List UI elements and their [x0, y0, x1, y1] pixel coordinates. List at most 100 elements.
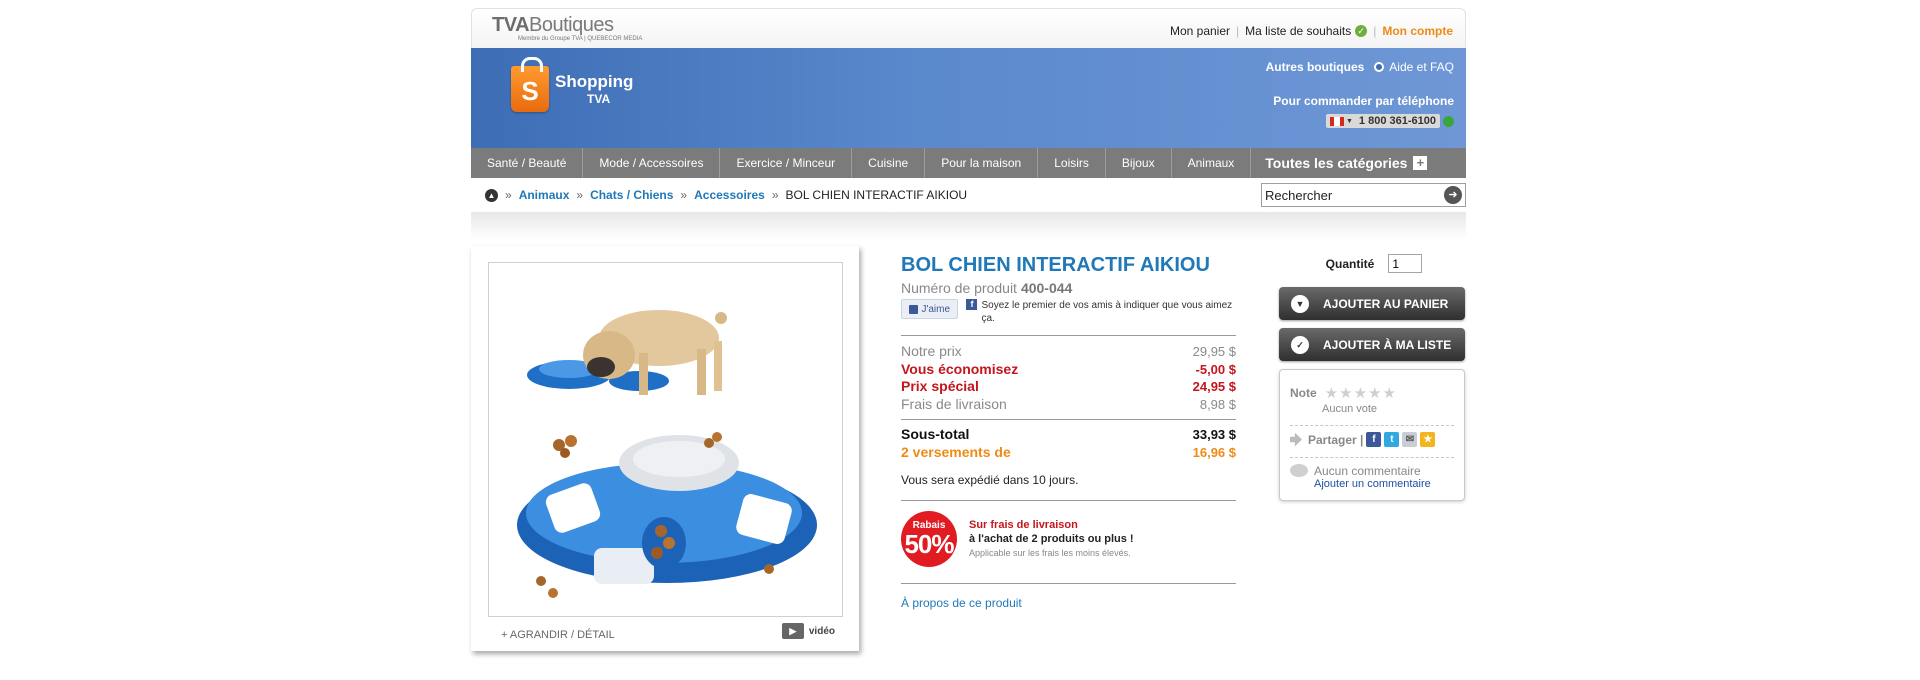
- video-label: vidéo: [808, 625, 835, 637]
- radio-icon: [1374, 62, 1385, 72]
- breadcrumb-separator: »: [576, 188, 584, 202]
- chevron-down-icon: ▼: [1345, 117, 1353, 125]
- account-link[interactable]: Mon compte: [1382, 24, 1453, 38]
- separator: |: [1236, 24, 1240, 38]
- nav-item-cuisine[interactable]: Cuisine: [852, 148, 926, 178]
- twitter-icon[interactable]: t: [1384, 432, 1400, 447]
- divider: [901, 419, 1236, 420]
- home-icon[interactable]: ▲: [485, 188, 498, 202]
- site-container: TVABoutiques Membre du Groupe TVA | QUEB…: [471, 8, 1466, 651]
- our-price-label: Notre prix: [901, 343, 962, 359]
- add-to-cart-button[interactable]: ▼ AJOUTER AU PANIER: [1279, 287, 1465, 320]
- facebook-icon[interactable]: f: [1366, 432, 1382, 447]
- logo-subtitle: Membre du Groupe TVA | QUEBECOR MEDIA: [518, 36, 643, 42]
- check-icon: ✓: [1355, 25, 1368, 37]
- wishlist-link[interactable]: Ma liste de souhaits: [1245, 24, 1351, 38]
- product-title: BOL CHIEN INTERACTIF AIKIOU: [901, 254, 1210, 276]
- phone-selector[interactable]: ▼ 1 800 361-6100: [1325, 114, 1440, 128]
- add-to-cart-label: AJOUTER AU PANIER: [1323, 296, 1449, 311]
- nav-item-pour-la-maison[interactable]: Pour la maison: [925, 148, 1039, 178]
- tva-boutiques-logo[interactable]: TVABoutiques Membre du Groupe TVA | QUEB…: [492, 15, 642, 45]
- plus-icon: +: [1413, 156, 1428, 170]
- about-product-link[interactable]: À propos de ce produit: [901, 596, 1236, 610]
- facebook-like-row: J'aime f Soyez le premier de vos amis à i…: [901, 299, 1236, 325]
- breadcrumb-accessoires[interactable]: Accessoires: [694, 188, 765, 202]
- sku-value: 400-044: [1020, 280, 1073, 296]
- video-button[interactable]: ▶ vidéo: [781, 623, 835, 639]
- nav-item-mode-accessoires[interactable]: Mode / Accessoires: [583, 148, 721, 178]
- breadcrumb-bar: ▲ » Animaux » Chats / Chiens » Accessoir…: [471, 178, 1466, 212]
- banner-right: Autres boutiques Aide et FAQ Pour comman…: [1266, 60, 1454, 128]
- play-icon: ▶: [781, 623, 804, 639]
- quantity-label: Quantité: [1325, 256, 1375, 271]
- separator: |: [1373, 24, 1377, 38]
- divider: [901, 500, 1236, 501]
- add-comment-link[interactable]: Ajouter un commentaire: [1314, 478, 1454, 490]
- shopping-tva-logo[interactable]: S Shopping TVA: [511, 57, 633, 112]
- comments-section: Aucun commentaire Ajouter un commentaire: [1290, 458, 1454, 492]
- thumbs-up-icon: [909, 304, 919, 314]
- product-sku: Numéro de produit 400-044: [901, 280, 1236, 296]
- nav-item-animaux[interactable]: Animaux: [1172, 148, 1252, 178]
- cart-link[interactable]: Mon panier: [1170, 24, 1230, 38]
- price-row-special: Prix spécial 24,95 $: [901, 378, 1236, 396]
- quantity-input[interactable]: [1388, 254, 1423, 273]
- breadcrumb-animaux[interactable]: Animaux: [519, 188, 570, 202]
- content-top-band: [471, 212, 1466, 240]
- rating-section: Note ★★★★★ Aucun vote: [1290, 378, 1454, 426]
- add-to-list-label: AJOUTER À MA LISTE: [1323, 337, 1452, 352]
- discount-badge: Rabais 50%: [901, 511, 957, 567]
- checkmark-icon: ✓: [1291, 335, 1309, 354]
- search-arrow-icon[interactable]: ➜: [1444, 186, 1462, 204]
- other-shops-link[interactable]: Autres boutiques: [1266, 60, 1365, 74]
- dog-bowl-illustration: [517, 310, 817, 598]
- logo-tva-label: TVA: [587, 92, 611, 106]
- no-comment-text: Aucun commentaire: [1314, 464, 1421, 478]
- price-row-shipping: Frais de livraison 8,98 $: [901, 396, 1236, 414]
- our-price-value: 29,95 $: [1192, 344, 1236, 359]
- rating-stars[interactable]: ★★★★★: [1325, 384, 1397, 402]
- breadcrumb-separator: »: [680, 188, 688, 202]
- buy-column: Quantité ▼ AJOUTER AU PANIER ✓ AJOUTER À…: [1279, 254, 1469, 501]
- sku-label: Numéro de produit: [901, 280, 1017, 296]
- top-links: Mon panier | Ma liste de souhaits ✓ | Mo…: [1170, 24, 1453, 38]
- price-row-savings: Vous économisez -5,00 $: [901, 361, 1236, 379]
- nav-item-sante-beaute[interactable]: Santé / Beauté: [471, 148, 584, 178]
- canada-flag-icon: [1329, 116, 1344, 126]
- installments-value: 16,96 $: [1192, 444, 1236, 460]
- comment-bubble-icon: [1290, 464, 1308, 477]
- nav-all-categories[interactable]: Toutes les catégories +: [1251, 148, 1437, 178]
- email-icon[interactable]: ✉: [1402, 432, 1418, 447]
- add-to-list-button[interactable]: ✓ AJOUTER À MA LISTE: [1279, 328, 1465, 361]
- breadcrumb-separator: »: [505, 188, 512, 202]
- note-label: Note: [1290, 386, 1317, 400]
- favorite-star-icon[interactable]: ★: [1420, 432, 1436, 447]
- product-info: BOL CHIEN INTERACTIF AIKIOU Numéro de pr…: [901, 254, 1236, 610]
- fb-text-label: Soyez le premier de vos amis à indiquer …: [981, 300, 1233, 324]
- phone-icon: [1443, 115, 1454, 127]
- rating-share-box: Note ★★★★★ Aucun vote Partager | f t ✉ ★: [1279, 369, 1465, 501]
- facebook-like-button[interactable]: J'aime: [901, 299, 959, 319]
- product-image[interactable]: [488, 262, 843, 617]
- search-box: ➜: [1261, 183, 1466, 207]
- search-input[interactable]: [1262, 184, 1432, 206]
- nav-item-loisirs[interactable]: Loisirs: [1038, 148, 1106, 178]
- price-table: Notre prix 29,95 $ Vous économisez -5,00 $…: [901, 335, 1236, 461]
- promo-line-1: Sur frais de livraison: [969, 519, 1078, 531]
- promo-line-3: Applicable sur les frais les moins élevé…: [969, 548, 1131, 558]
- breadcrumb-chats-chiens[interactable]: Chats / Chiens: [590, 188, 673, 202]
- badge-percent: 50%: [904, 529, 954, 559]
- price-row-installments: 2 versements de 16,96 $: [901, 444, 1236, 462]
- nav-item-exercice-minceur[interactable]: Exercice / Minceur: [720, 148, 853, 178]
- subtotal-value: 33,93 $: [1192, 427, 1236, 442]
- divider: [901, 583, 1236, 584]
- banner: S Shopping TVA Autres boutiques Aide et …: [471, 48, 1466, 148]
- logo-tva-text: TVA: [492, 14, 530, 36]
- shopping-bag-icon: S: [511, 57, 549, 112]
- divider: [901, 335, 1236, 336]
- enlarge-link[interactable]: + AGRANDIR / DÉTAIL: [501, 629, 615, 641]
- nav-item-bijoux[interactable]: Bijoux: [1106, 148, 1172, 178]
- help-link[interactable]: Aide et FAQ: [1389, 60, 1454, 74]
- phone-number: 1 800 361-6100: [1358, 115, 1436, 127]
- order-by-phone-label: Pour commander par téléphone: [1273, 94, 1454, 108]
